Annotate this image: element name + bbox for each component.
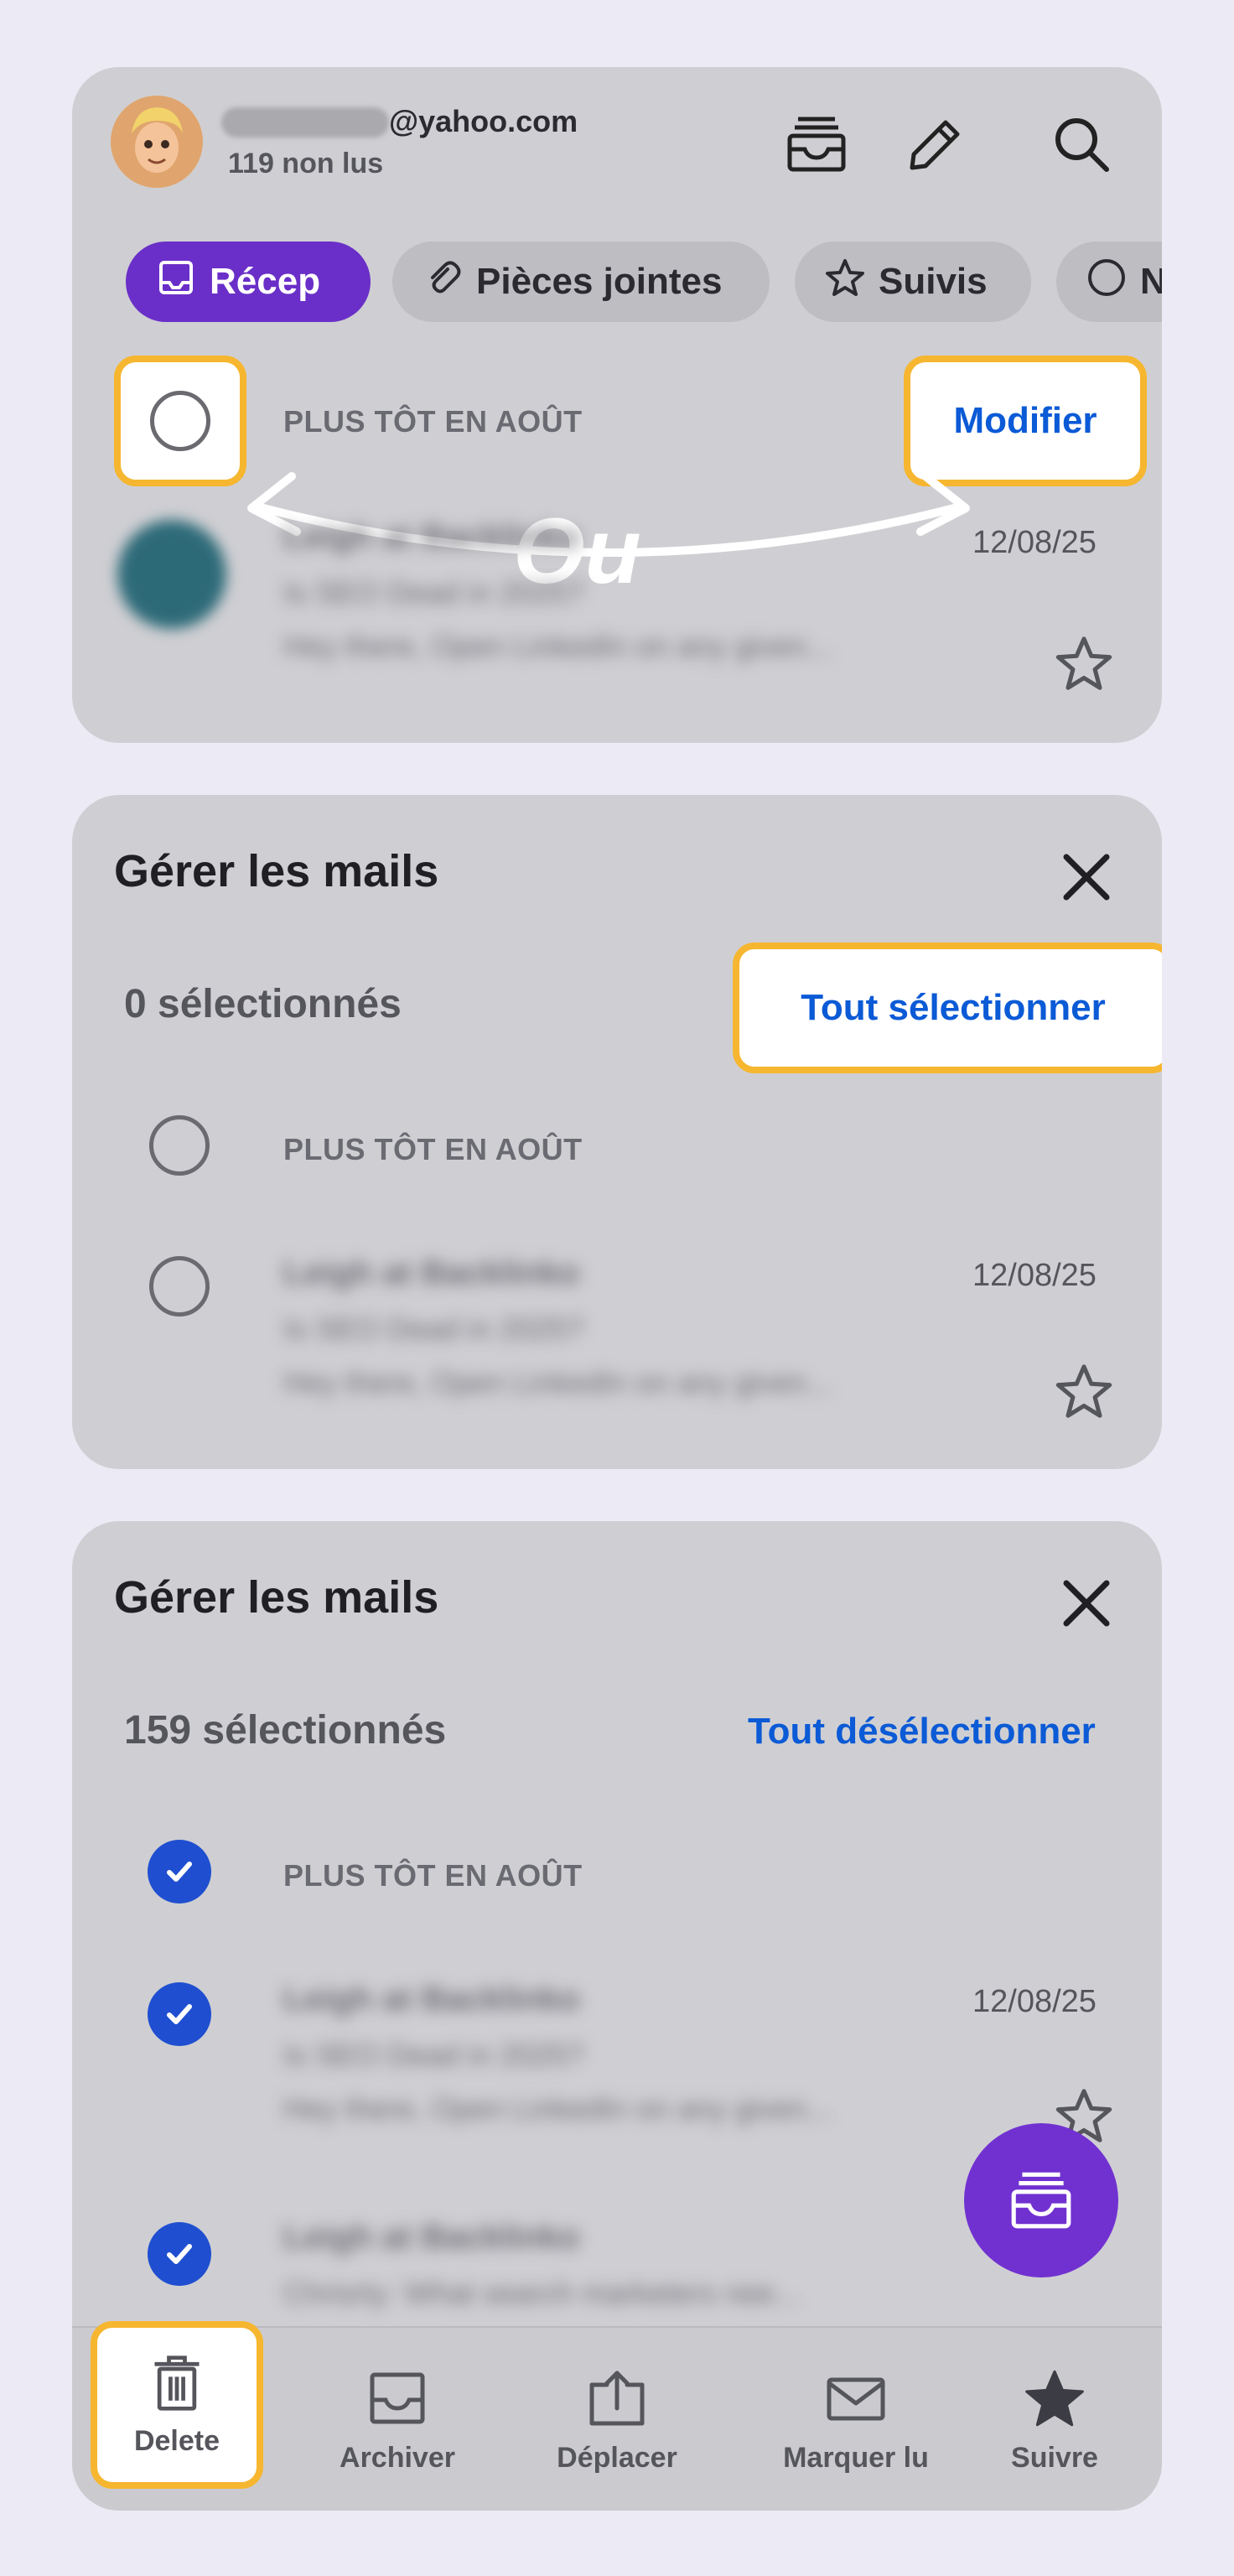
circle-icon: [1086, 257, 1127, 307]
email-sender: Leigh at Backlinko: [283, 1981, 580, 2018]
compose-pencil-icon[interactable]: [902, 111, 969, 178]
sender-avatar: [117, 520, 226, 629]
email-preview: Chrisrty: What search marketers nee...: [283, 2276, 801, 2310]
paperclip-icon: [423, 257, 463, 307]
move-icon: [589, 2371, 645, 2425]
checkmark-icon: [167, 2004, 192, 2024]
email-subject: Is SEO Dead in 2025?: [283, 575, 584, 610]
email-preview: Hey there, Open LinkedIn on any given...: [283, 1365, 832, 1400]
star-icon[interactable]: [1055, 1362, 1113, 1420]
chip-inbox[interactable]: Récep: [126, 242, 371, 322]
chip-followed[interactable]: Suivis: [795, 242, 1031, 322]
panel-title: Gérer les mails: [114, 846, 439, 896]
avatar[interactable]: [111, 96, 203, 188]
selected-count: 0 sélectionnés: [124, 982, 402, 1026]
move-button[interactable]: Déplacer: [533, 2328, 701, 2511]
email-date: 12/08/25: [972, 1984, 1097, 2019]
chip-label: N: [1140, 261, 1162, 302]
checked-section-circle[interactable]: [148, 1840, 211, 1903]
mark-read-button[interactable]: Marquer lu: [751, 2328, 961, 2511]
delete-label: Delete: [133, 2424, 220, 2457]
section-label: PLUS TÔT EN AOÛT: [283, 1132, 583, 1166]
inbox-icon: [156, 257, 196, 307]
inbox-panel: @yahoo.com 119 non lus Récep Pièces join…: [72, 67, 1162, 743]
archive-stack-icon: [1011, 2172, 1071, 2229]
email-preview: Hey there, Open LinkedIn on any given...: [283, 629, 832, 663]
compose-fab[interactable]: [964, 2123, 1118, 2277]
chip-label: Suivis: [879, 261, 988, 302]
checked-email-circle[interactable]: [148, 2222, 211, 2286]
section-label: PLUS TÔT EN AOÛT: [283, 1858, 583, 1893]
unread-count: 119 non lus: [228, 148, 384, 179]
email-sender: Leigh at Backlinko: [283, 2219, 580, 2256]
search-icon[interactable]: [1048, 111, 1115, 178]
follow-button[interactable]: Suivre: [971, 2328, 1138, 2511]
chip-label: Pièces jointes: [476, 261, 723, 302]
selected-count: 159 sélectionnés: [124, 1708, 447, 1753]
manage-mails-panel-selected: Gérer les mails 159 sélectionnés Tout dé…: [72, 1521, 1162, 2511]
select-section-circle[interactable]: [149, 1115, 210, 1176]
account-email: @yahoo.com: [389, 104, 578, 138]
manage-mails-panel-empty: Gérer les mails 0 sélectionnés Tout séle…: [72, 795, 1162, 1469]
account-name-redacted: [221, 107, 389, 138]
email-subject: Is SEO Dead in 2025?: [283, 1311, 584, 1346]
star-icon[interactable]: [1055, 634, 1113, 693]
delete-button[interactable]: Delete: [91, 2321, 263, 2489]
archive-button[interactable]: Archiver: [314, 2328, 481, 2511]
select-circle-highlight[interactable]: [114, 356, 246, 486]
email-preview: Hey there, Open LinkedIn on any given...: [283, 2091, 832, 2126]
archive-icon: [370, 2372, 425, 2423]
deselect-all-button[interactable]: Tout désélectionner: [748, 1711, 1096, 1753]
archive-label: Archiver: [340, 2441, 455, 2474]
checked-email-circle[interactable]: [148, 1982, 211, 2046]
select-all-button[interactable]: Tout sélectionner: [733, 943, 1162, 1073]
chip-attachments[interactable]: Pièces jointes: [392, 242, 770, 322]
chip-label: Récep: [210, 261, 321, 302]
panel-title: Gérer les mails: [114, 1572, 439, 1623]
archive-stack-icon[interactable]: [783, 111, 850, 178]
email-sender: Leigh at Backlinko: [283, 1254, 580, 1291]
checkmark-icon: [167, 2244, 192, 2264]
close-icon[interactable]: [1056, 847, 1117, 907]
mark-read-label: Marquer lu: [783, 2441, 929, 2474]
select-all-label: Tout sélectionner: [801, 987, 1106, 1028]
envelope-open-icon: [827, 2377, 885, 2420]
email-date: 12/08/25: [972, 525, 1097, 560]
checkmark-icon: [167, 1862, 192, 1882]
email-sender: Leigh at Backlinko: [283, 518, 580, 555]
select-email-circle[interactable]: [149, 1256, 210, 1317]
star-icon: [825, 257, 865, 307]
move-label: Déplacer: [557, 2441, 677, 2474]
trash-icon: [154, 2355, 200, 2411]
select-circle[interactable]: [150, 391, 210, 451]
close-icon[interactable]: [1056, 1573, 1117, 1633]
email-date: 12/08/25: [972, 1258, 1097, 1293]
chip-unread[interactable]: N: [1056, 242, 1162, 322]
star-filled-icon: [1025, 2370, 1084, 2426]
email-subject: Is SEO Dead in 2025?: [283, 2038, 584, 2072]
follow-label: Suivre: [1011, 2441, 1098, 2474]
action-toolbar: Delete Archiver Déplacer Marquer lu Suiv…: [72, 2321, 1162, 2511]
